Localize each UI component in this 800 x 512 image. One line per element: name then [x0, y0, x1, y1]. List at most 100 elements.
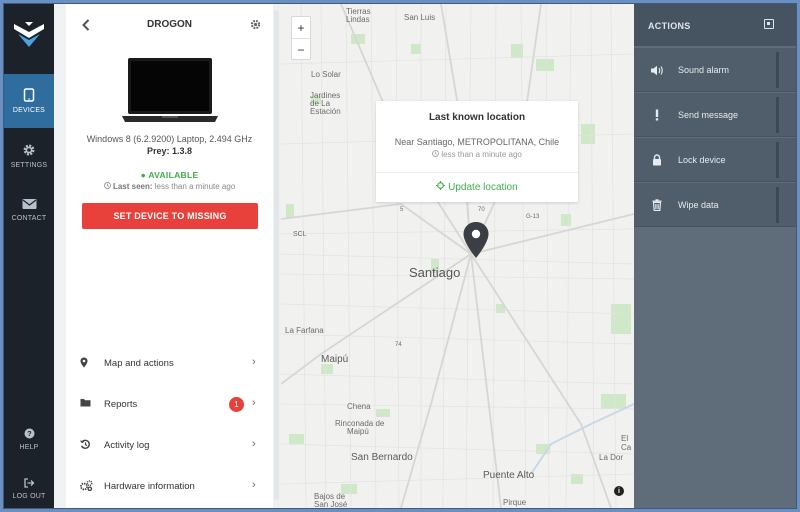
divider: [776, 97, 779, 133]
history-icon: [80, 439, 91, 453]
location-address: Near Santiago, METROPOLITANA, Chile: [394, 137, 560, 147]
city-label-puente-alto: Puente Alto: [483, 470, 535, 481]
divider: [776, 52, 779, 88]
location-pin-icon[interactable]: [462, 221, 490, 264]
crosshair-icon: [436, 181, 446, 190]
menu-item-activity-log[interactable]: Activity log ›: [66, 426, 273, 466]
divider: [776, 187, 779, 223]
map-label: Maipú: [321, 354, 349, 365]
main-nav: DEVICES SETTINGS CONTACT ? HELP LOG OUT: [4, 4, 54, 508]
city-label-santiago: Santiago: [409, 265, 461, 280]
location-time: less than a minute ago: [376, 150, 578, 159]
menu-item-label: Map and actions: [104, 358, 174, 369]
nav-contact-label: CONTACT: [11, 215, 47, 222]
status-text: AVAILABLE: [148, 170, 199, 180]
map-info-button[interactable]: i: [614, 486, 624, 496]
envelope-icon: [22, 199, 36, 209]
nav-logout[interactable]: LOG OUT: [4, 462, 54, 508]
map-label: Estación: [310, 107, 341, 116]
action-label: Send message: [678, 110, 739, 120]
laptop-image: [122, 56, 218, 131]
map-pin-icon: [80, 357, 88, 371]
zoom-out-button[interactable]: −: [292, 39, 310, 61]
collapse-panel-icon[interactable]: [764, 19, 774, 29]
actions-title: ACTIONS: [648, 21, 691, 31]
actions-header: ACTIONS: [634, 4, 796, 46]
clock-icon: [432, 150, 440, 157]
nav-help[interactable]: ? HELP: [4, 412, 54, 466]
device-name: DROGON: [147, 19, 192, 30]
action-sound-alarm[interactable]: Sound alarm: [634, 48, 796, 92]
divider: [376, 172, 578, 173]
action-label: Wipe data: [678, 200, 719, 210]
app-window: DEVICES SETTINGS CONTACT ? HELP LOG OUT …: [3, 3, 797, 509]
set-missing-button[interactable]: SET DEVICE TO MISSING: [82, 203, 258, 229]
zoom-in-button[interactable]: +: [292, 17, 310, 39]
menu-item-label: Hardware information: [104, 481, 195, 492]
cogs-icon: [80, 480, 93, 494]
action-label: Sound alarm: [678, 65, 730, 75]
last-seen-label: Last seen:: [112, 182, 153, 191]
map-background: [281, 4, 634, 508]
nav-help-label: HELP: [19, 443, 39, 451]
svg-text:?: ?: [27, 429, 32, 438]
location-time-value: less than a minute ago: [441, 150, 522, 159]
chevron-right-icon: ›: [252, 397, 256, 409]
map-view[interactable]: + − Tierras Lindas San Luis Lo Solar Jar…: [281, 4, 634, 508]
folder-icon: [80, 398, 91, 410]
location-card: Last known location Near Santiago, METRO…: [376, 101, 578, 202]
chevron-right-icon: ›: [252, 438, 256, 450]
device-settings-button[interactable]: [250, 17, 261, 35]
nav-devices-label: DEVICES: [12, 107, 46, 114]
question-icon: ?: [24, 428, 34, 438]
nav-settings[interactable]: SETTINGS: [4, 129, 54, 183]
device-spec: Windows 8 (6.2.9200) Laptop, 2.494 GHz: [86, 134, 253, 144]
map-label: San Luis: [404, 13, 436, 22]
menu-item-hardware-info[interactable]: Hardware information ›: [66, 467, 273, 507]
last-seen-value: less than a minute ago: [154, 182, 236, 191]
action-send-message[interactable]: Send message: [634, 93, 796, 137]
chevron-right-icon: ›: [252, 356, 256, 368]
exclamation-icon: [650, 108, 664, 126]
divider: [776, 142, 779, 178]
last-seen: Last seen: less than a minute ago: [66, 182, 273, 191]
trash-icon: [650, 198, 664, 216]
map-label: Chena: [347, 402, 371, 411]
map-label: Pirque: [503, 498, 527, 507]
action-wipe-data[interactable]: Wipe data: [634, 183, 796, 227]
map-label: La Farfana: [285, 326, 324, 335]
gear-icon: [250, 19, 261, 30]
road-shield: 5: [400, 207, 404, 213]
device-header: DROGON: [66, 16, 273, 34]
prey-logo[interactable]: [4, 4, 54, 64]
zoom-control: + −: [291, 16, 311, 60]
action-lock-device[interactable]: Lock device: [634, 138, 796, 182]
map-label: San José: [314, 500, 348, 508]
road-shield: 74: [395, 342, 402, 348]
menu-item-label: Reports: [104, 399, 138, 410]
menu-item-label: Activity log: [104, 440, 150, 451]
chevron-right-icon: ›: [252, 479, 256, 491]
update-location-button[interactable]: Update location: [376, 181, 578, 193]
clock-icon: [103, 182, 111, 189]
panel-scrollbar-thumb[interactable]: [274, 10, 279, 500]
road-shield: G-13: [526, 214, 540, 220]
menu-item-map-actions[interactable]: Map and actions ›: [66, 344, 273, 384]
panel-gutter: [54, 4, 66, 508]
menu-item-reports[interactable]: Reports 1 ›: [66, 385, 273, 425]
map-label: La Dor: [599, 453, 624, 462]
device-panel: DROGON Windows 8 (6.2.9200) Laptop, 2.49…: [66, 4, 273, 508]
device-icon: [23, 88, 35, 102]
update-location-label: Update location: [448, 182, 518, 193]
map-label: Lindas: [346, 15, 370, 24]
lock-icon: [650, 153, 664, 171]
nav-settings-label: SETTINGS: [10, 162, 48, 169]
nav-devices[interactable]: DEVICES: [4, 74, 54, 128]
map-label: Maipú: [347, 427, 369, 436]
nav-contact[interactable]: CONTACT: [4, 183, 54, 237]
location-card-title: Last known location: [428, 112, 526, 123]
prey-version: Prey: 1.3.8: [146, 146, 193, 156]
road-shield: 70: [478, 207, 485, 213]
actions-panel: ACTIONS Sound alarm Send message Lock de…: [634, 4, 796, 508]
gear-icon: [23, 144, 35, 156]
